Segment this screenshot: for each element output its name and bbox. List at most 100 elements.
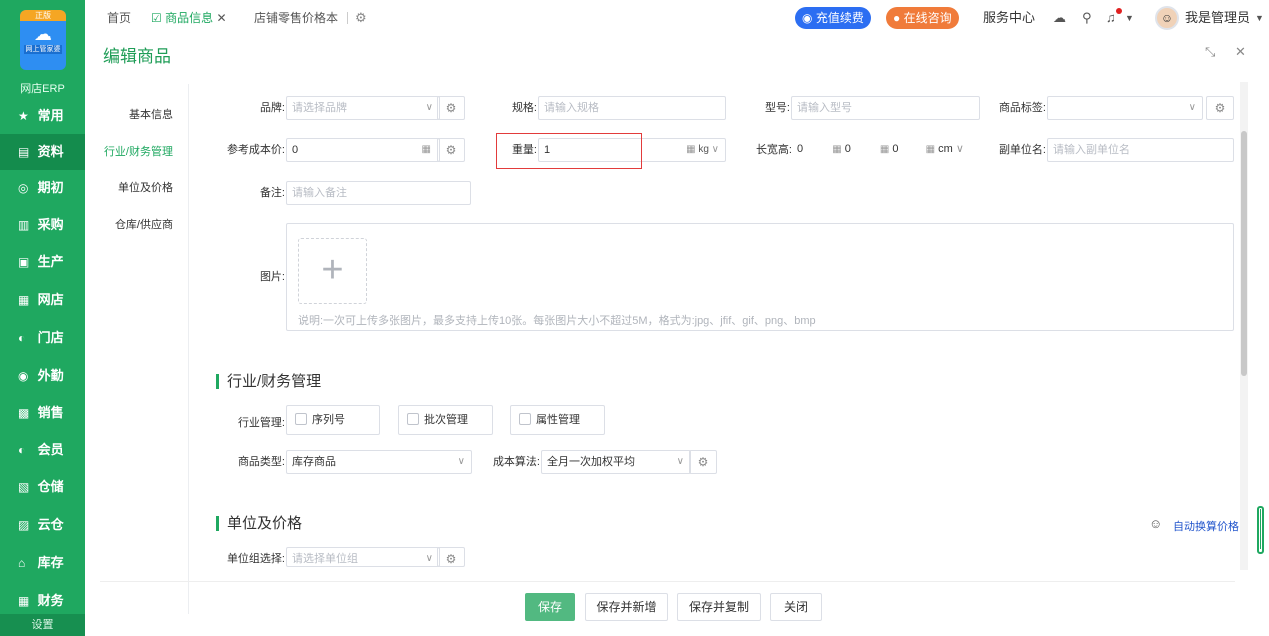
- auto-convert-icon[interactable]: ☺: [1149, 516, 1162, 531]
- anchor-industry-finance[interactable]: 行业/财务管理: [73, 143, 173, 159]
- settings-link[interactable]: 设置: [0, 614, 85, 636]
- auto-convert-link[interactable]: 自动换算价格: [1173, 518, 1239, 534]
- spec-input[interactable]: 请输入规格: [538, 96, 726, 120]
- cost-method-label: 成本算法:: [492, 456, 540, 468]
- batch-mgmt-checkbox[interactable]: 批次管理: [398, 405, 493, 435]
- unit-group-label: 单位组选择:: [226, 553, 285, 565]
- consult-button[interactable]: ● 在线咨询: [886, 7, 959, 29]
- weight-unit-select[interactable]: ▦ kg ∨: [686, 139, 719, 161]
- sidebar-item-label: 资料: [37, 144, 64, 159]
- service-center-link[interactable]: 服务中心: [983, 0, 1035, 36]
- checkbox-box: [407, 413, 419, 425]
- sidebar-item-label: 网店: [37, 292, 64, 307]
- model-input[interactable]: 请输入型号: [791, 96, 980, 120]
- anchor-warehouse-supplier[interactable]: 仓库/供应商: [73, 216, 173, 232]
- bell-icon[interactable]: ♫: [1106, 0, 1116, 36]
- cost-method-gear-icon[interactable]: ⚙: [689, 450, 717, 474]
- sidebar-item-production[interactable]: ▣ 生产: [0, 244, 85, 280]
- sidebar-item-store[interactable]: ◐ 门店: [0, 320, 85, 356]
- webstore-icon: ▦: [18, 293, 30, 307]
- opening-icon: ◎: [18, 181, 29, 195]
- collapse-icon[interactable]: ⤡: [1205, 44, 1215, 60]
- brand-gear-icon[interactable]: ⚙: [437, 96, 465, 120]
- search-icon[interactable]: ⚲: [1082, 0, 1092, 36]
- floating-handle[interactable]: [1257, 506, 1264, 554]
- cloud-download-icon[interactable]: ☁: [1053, 0, 1066, 36]
- tag-gear-icon[interactable]: ⚙: [1206, 96, 1234, 120]
- remark-input[interactable]: 请输入备注: [286, 181, 471, 205]
- calculator-icon[interactable]: ▦: [422, 139, 431, 161]
- close-button[interactable]: 关闭: [770, 593, 822, 621]
- sidebar-item-label: 外勤: [37, 368, 64, 383]
- purchase-icon: ▥: [18, 218, 30, 232]
- subunit-input[interactable]: 请输入副单位名: [1047, 138, 1234, 162]
- notification-dot: [1116, 8, 1122, 14]
- tab-home[interactable]: 首页: [107, 0, 131, 36]
- anchor-unit-price[interactable]: 单位及价格: [73, 179, 173, 195]
- checkbox-box: [295, 413, 307, 425]
- anchor-divider: [188, 84, 189, 614]
- serial-number-checkbox[interactable]: 序列号: [286, 405, 380, 435]
- tag-select[interactable]: ∨: [1047, 96, 1203, 120]
- gear-icon[interactable]: ⚙: [355, 0, 367, 36]
- sidebar-item-inventory[interactable]: ⌂ 库存: [0, 545, 85, 581]
- tab-store-price-book[interactable]: 店铺零售价格本: [254, 0, 338, 36]
- product-type-select[interactable]: 库存商品 ∨: [286, 450, 472, 474]
- app-logo[interactable]: 正版 ☁ 网上管家婆: [20, 10, 66, 70]
- unit-group-gear-icon[interactable]: ⚙: [437, 547, 465, 567]
- checkbox-label: 批次管理: [424, 414, 468, 426]
- user-chevron-icon[interactable]: ▼: [1255, 0, 1264, 36]
- sidebar-item-cloud-warehouse[interactable]: ▨ 云仓: [0, 507, 85, 543]
- cost-input[interactable]: 0 ▦: [286, 138, 440, 162]
- sidebar-item-label: 库存: [37, 555, 64, 570]
- tab-product-info[interactable]: ☑ 商品信息 ✕: [151, 0, 227, 36]
- user-name[interactable]: 我是管理员: [1185, 0, 1250, 36]
- chevron-down-icon: ∨: [425, 102, 433, 113]
- attribute-mgmt-checkbox[interactable]: 属性管理: [510, 405, 605, 435]
- member-icon: ◐: [18, 443, 26, 457]
- product-type-label: 商品类型:: [237, 456, 285, 468]
- calculator-icon: ▦: [879, 144, 890, 155]
- dimensions-label: 长宽高:: [755, 144, 792, 156]
- upload-button[interactable]: +: [298, 238, 367, 304]
- sidebar-item-sales[interactable]: ▩ 销售: [0, 395, 85, 431]
- sidebar-item-field[interactable]: ◉ 外勤: [0, 358, 85, 394]
- unit-group-select[interactable]: 请选择单位组 ∨: [286, 547, 440, 567]
- sidebar-item-member[interactable]: ◐ 会员: [0, 432, 85, 468]
- chevron-down-icon[interactable]: ▼: [1125, 0, 1134, 36]
- star-icon: ★: [18, 109, 29, 123]
- close-icon[interactable]: ✕: [216, 11, 226, 25]
- recharge-button[interactable]: ◉ 充值续费: [795, 7, 871, 29]
- checkbox-box: [519, 413, 531, 425]
- sidebar-item-label: 门店: [37, 330, 64, 345]
- consult-label: 在线咨询: [903, 11, 952, 25]
- sidebar-item-label: 仓储: [37, 479, 64, 494]
- sidebar-item-label: 财务: [37, 593, 64, 608]
- cost-method-select[interactable]: 全月一次加权平均 ∨: [541, 450, 691, 474]
- save-button[interactable]: 保存: [525, 593, 575, 621]
- page-title: 编辑商品: [103, 47, 171, 66]
- plus-icon: +: [321, 249, 344, 291]
- cost-value: 0: [292, 144, 299, 156]
- close-icon[interactable]: ✕: [1235, 44, 1246, 60]
- anchor-basic-info[interactable]: 基本信息: [73, 106, 173, 122]
- sidebar-item-webstore[interactable]: ▦ 网店: [0, 282, 85, 318]
- store-icon: ◐: [18, 331, 26, 345]
- cost-label: 参考成本价:: [226, 144, 285, 156]
- save-and-copy-button[interactable]: 保存并复制: [677, 593, 761, 621]
- chevron-down-icon: ∨: [676, 456, 684, 467]
- dimensions-group[interactable]: 0 ▦ 0 ▦ 0 ▦ cm ∨: [793, 138, 980, 162]
- product-type-value: 库存商品: [292, 456, 336, 468]
- cost-gear-icon[interactable]: ⚙: [437, 138, 465, 162]
- save-and-new-button[interactable]: 保存并新增: [585, 593, 668, 621]
- checkbox-label: 序列号: [312, 414, 345, 426]
- avatar[interactable]: ☺: [1155, 6, 1179, 30]
- sidebar-item-warehouse[interactable]: ▧ 仓储: [0, 469, 85, 505]
- sidebar-item-label: 会员: [37, 442, 64, 457]
- dim-unit: cm: [938, 143, 953, 155]
- edit-product-card: 编辑商品 ⤡ ✕ 基本信息 行业/财务管理 单位及价格 仓库/供应商 品牌: 请…: [85, 36, 1269, 636]
- app-name: 网店ERP: [20, 83, 65, 95]
- scrollbar-thumb[interactable]: [1241, 131, 1247, 376]
- field-icon: ◉: [18, 369, 29, 383]
- brand-select[interactable]: 请选择品牌 ∨: [286, 96, 440, 120]
